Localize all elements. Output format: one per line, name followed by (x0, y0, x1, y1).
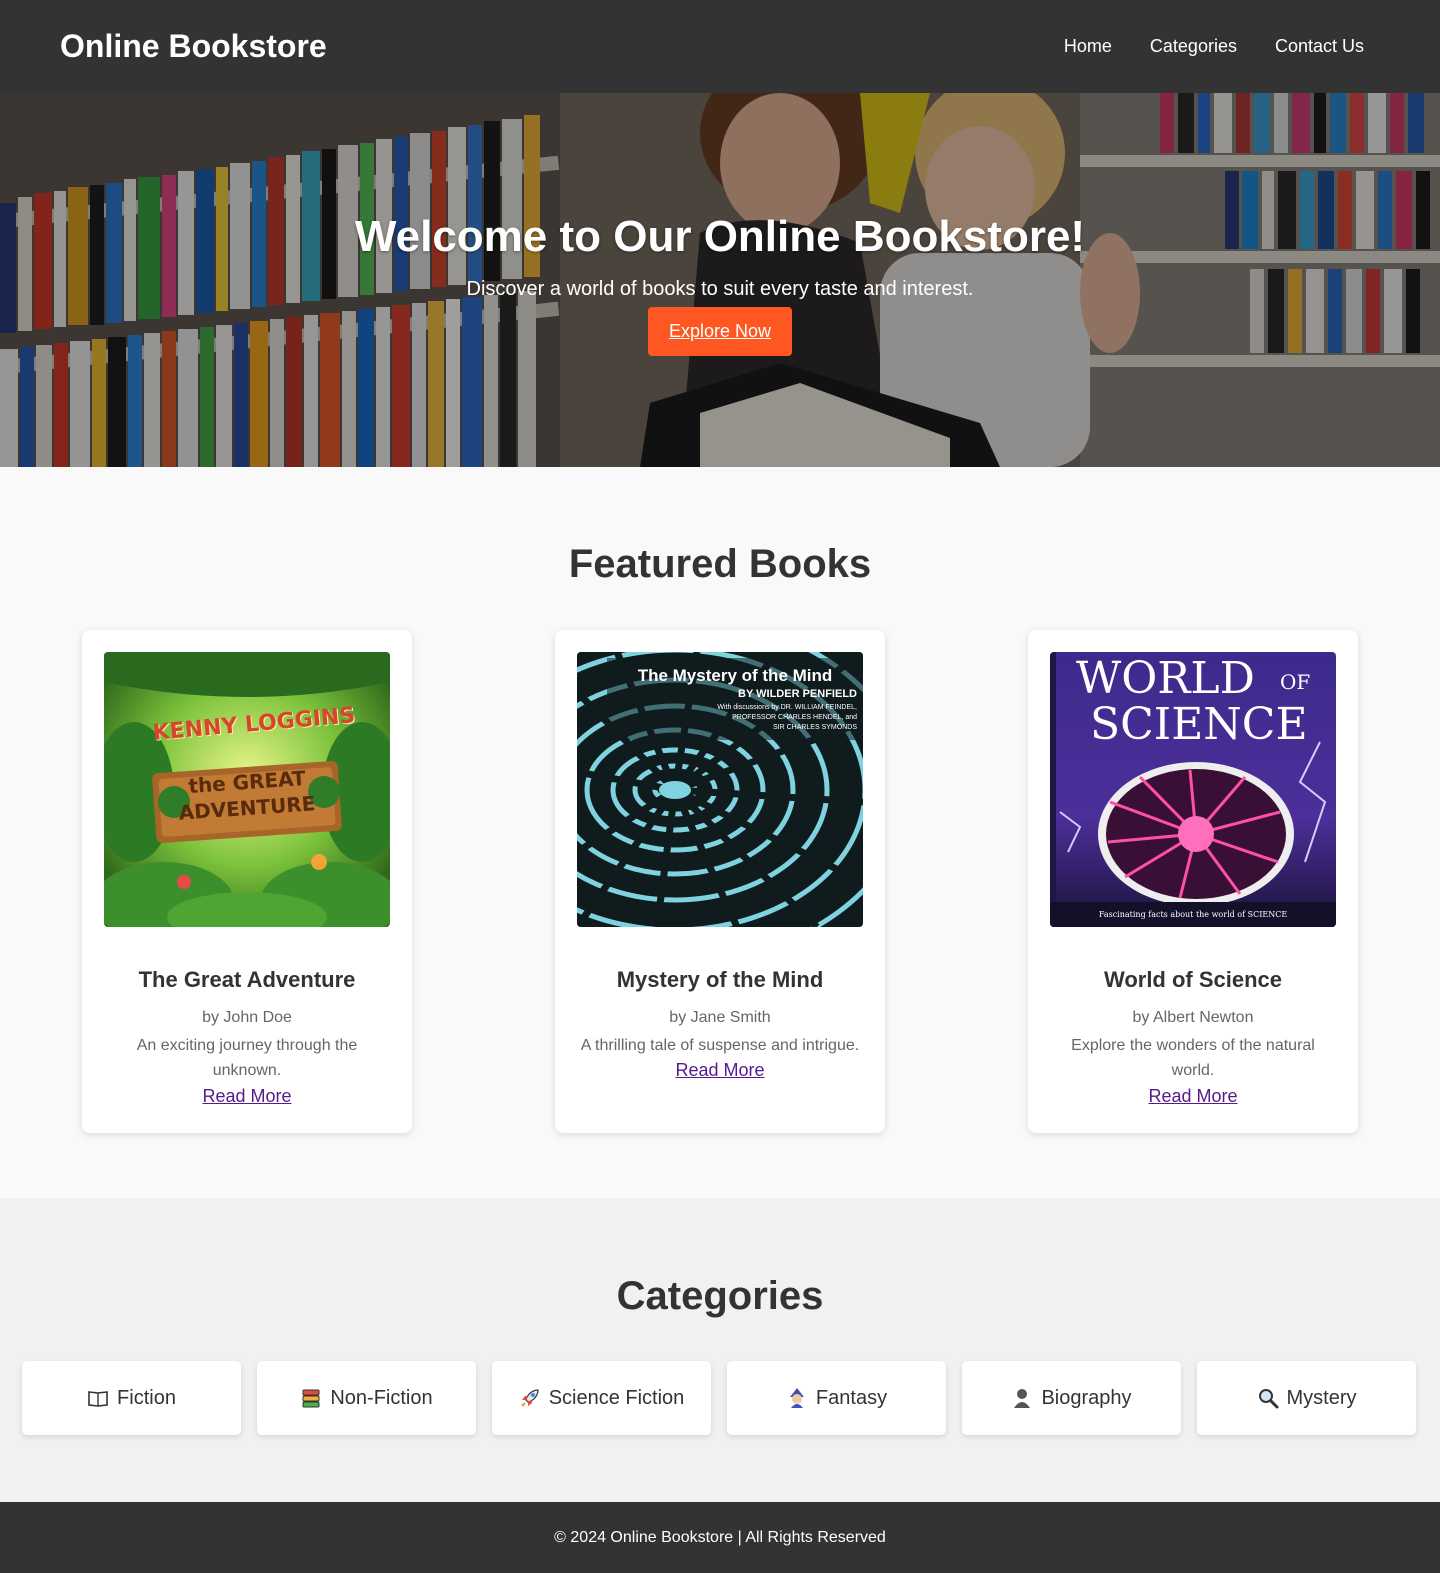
book-description: Explore the wonders of the natural world… (1071, 1037, 1315, 1079)
book-card-mystery-of-the-mind: The Mystery of the Mind BY WILDER PENFIE… (555, 630, 885, 1133)
nav-contact-link[interactable]: Contact Us (1275, 35, 1364, 57)
category-label: Fantasy (815, 1386, 888, 1409)
cover-text-author: BY WILDER PENFIELD (738, 688, 857, 700)
cover-text-science: SCIENCE (1090, 699, 1308, 750)
category-label: Science Fiction (548, 1386, 685, 1409)
cover-text-world: WORLD (1076, 653, 1255, 704)
book-description: A thrilling tale of suspense and intrigu… (580, 1037, 860, 1054)
read-more-link[interactable]: Read More (1028, 1085, 1358, 1107)
hero-subtitle: Discover a world of books to suit every … (466, 278, 974, 300)
book-author: by John Doe (202, 1009, 292, 1026)
category-biography[interactable]: Biography (962, 1361, 1181, 1435)
read-more-link[interactable]: Read More (82, 1085, 412, 1107)
category-mystery[interactable]: Mystery (1197, 1361, 1416, 1435)
category-label: Mystery (1286, 1386, 1357, 1409)
category-label: Biography (1041, 1386, 1132, 1409)
cover-text-credits-2: PROFESSOR CHARLES HENDEL, and (732, 714, 857, 721)
book-card-great-adventure: KENNY LOGGINS the GREAT ADVENTURE The Gr… (82, 630, 412, 1133)
cover-text-credits-3: SIR CHARLES SYMONDS (772, 724, 857, 731)
wizard-icon (789, 1388, 804, 1408)
hero-title: Welcome to Our Online Bookstore! (354, 212, 1086, 261)
categories-heading: Categories (616, 1274, 824, 1318)
book-title: The Great Adventure (138, 967, 356, 992)
category-non-fiction[interactable]: Non-Fiction (257, 1361, 476, 1435)
cover-text-of: OF (1280, 670, 1311, 694)
site-header: Online Bookstore Home Categories Contact… (0, 0, 1440, 93)
rocket-icon (520, 1389, 539, 1407)
book-card-world-of-science: WORLD OF SCIENCE Fascinating facts about… (1028, 630, 1358, 1133)
category-science-fiction[interactable]: Science Fiction (492, 1361, 711, 1435)
magnifying-glass-icon (1258, 1389, 1278, 1409)
main-nav: Home Categories Contact Us (1064, 35, 1364, 57)
cover-text-title: The Mystery of the Mind (637, 666, 833, 685)
copyright-text: © 2024 Online Bookstore | All Rights Res… (554, 1529, 886, 1546)
book-cover-image[interactable]: WORLD OF SCIENCE Fascinating facts about… (1050, 652, 1336, 927)
cover-text-credits-1: With discussions by DR. WILLIAM FEINDEL, (717, 704, 857, 711)
explore-now-button[interactable]: Explore Now (648, 307, 792, 356)
category-fiction[interactable]: Fiction (22, 1361, 241, 1435)
book-cover-image[interactable]: KENNY LOGGINS the GREAT ADVENTURE (104, 652, 390, 927)
categories-section: Categories Fiction Non-Fiction Science F… (0, 1198, 1440, 1502)
books-stack-icon (302, 1389, 320, 1408)
person-silhouette-icon (1014, 1389, 1031, 1408)
cover-text-tagline: Fascinating facts about the world of SCI… (1098, 910, 1288, 919)
category-fantasy[interactable]: Fantasy (727, 1361, 946, 1435)
site-footer: © 2024 Online Bookstore | All Rights Res… (0, 1502, 1440, 1573)
read-more-link[interactable]: Read More (555, 1059, 885, 1081)
featured-books-heading: Featured Books (568, 542, 872, 586)
book-author: by Jane Smith (669, 1009, 771, 1026)
category-label: Fiction (117, 1386, 176, 1409)
nav-categories-link[interactable]: Categories (1150, 35, 1237, 57)
open-book-icon (88, 1391, 108, 1407)
hero-banner: Welcome to Our Online Bookstore! Discove… (0, 93, 1440, 467)
category-label: Non-Fiction (330, 1386, 433, 1409)
book-title: Mystery of the Mind (616, 967, 824, 992)
book-description: An exciting journey through the unknown. (136, 1037, 358, 1079)
book-author: by Albert Newton (1132, 1009, 1254, 1026)
book-title: World of Science (1103, 967, 1283, 992)
book-cover-image[interactable]: The Mystery of the Mind BY WILDER PENFIE… (577, 652, 863, 927)
site-logo-text[interactable]: Online Bookstore (60, 27, 327, 65)
nav-home-link[interactable]: Home (1064, 35, 1112, 57)
